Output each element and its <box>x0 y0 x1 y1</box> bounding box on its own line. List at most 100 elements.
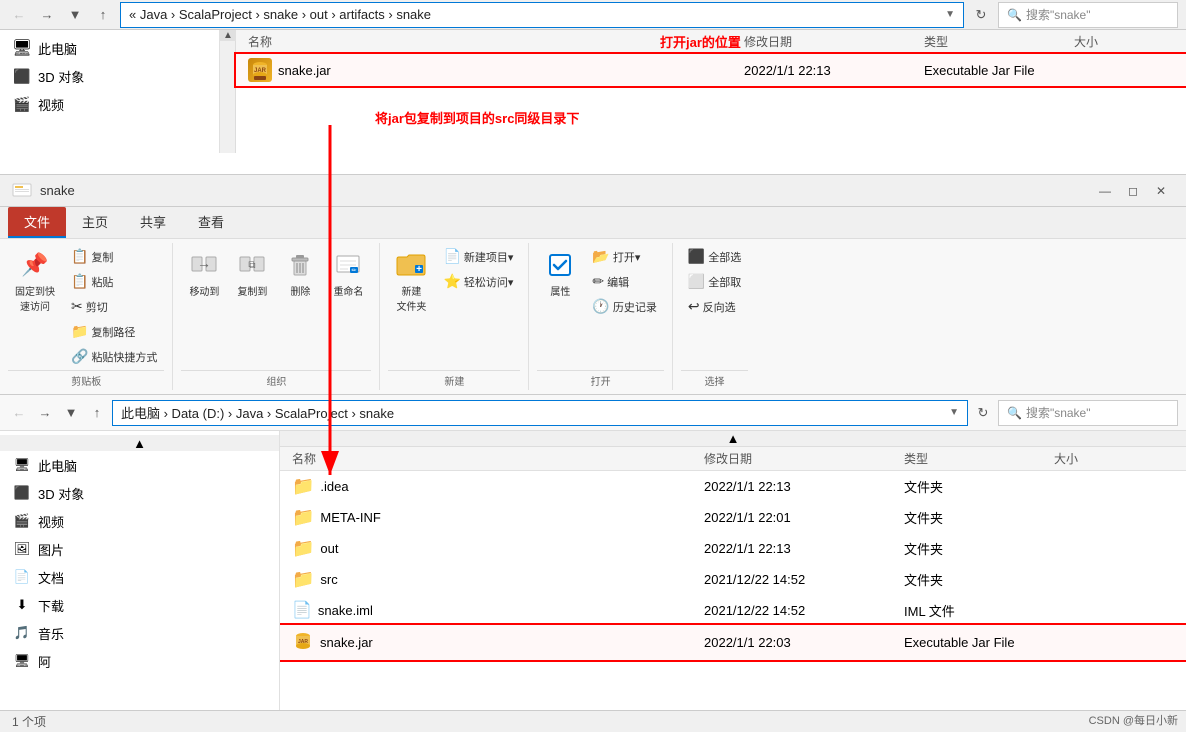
search-box-bottom[interactable]: 🔍 搜索"snake" <box>998 400 1178 426</box>
forward-button[interactable]: → <box>36 4 58 26</box>
address-bar-bottom[interactable]: 此电脑 › Data (D:) › Java › ScalaProject › … <box>112 400 968 426</box>
move-to-button[interactable]: → 移动到 <box>181 245 227 302</box>
col-name-bottom: 名称 <box>292 450 704 467</box>
paste-shortcut-icon: 🔗 <box>71 348 88 365</box>
idea-modified: 2022/1/1 22:13 <box>704 479 904 494</box>
copy-path-button[interactable]: 📁 复制路径 <box>64 320 164 343</box>
scroll-up-bottom[interactable]: ▲ <box>0 435 279 451</box>
copy-button[interactable]: 📋 复制 <box>64 245 164 268</box>
folder-icon-idea: 📁 <box>292 476 314 497</box>
move-label: 移动到 <box>189 283 219 298</box>
copy-label: 复制 <box>91 249 113 265</box>
forward-button-bottom[interactable]: → <box>34 402 56 424</box>
idea-name: .idea <box>320 479 348 494</box>
sidebar-item-image-bottom[interactable]: 🖼 图片 <box>0 535 279 563</box>
select-none-button[interactable]: ⬜ 全部取 <box>681 270 748 293</box>
src-type: 文件夹 <box>904 570 1054 589</box>
cut-button[interactable]: ✂ 剪切 <box>64 295 164 318</box>
file-row-snakejar-bottom[interactable]: JAR snake.jar 2022/1/1 22:03 Executable … <box>280 625 1186 660</box>
snakejar-bottom-name: snake.jar <box>320 635 373 650</box>
search-placeholder-top: 搜索"snake" <box>1026 6 1091 23</box>
annotation-copy-jar: 将jar包复制到项目的src同级目录下 <box>375 108 579 127</box>
delete-label: 删除 <box>290 283 310 298</box>
paste-shortcut-button[interactable]: 🔗 粘贴快捷方式 <box>64 345 164 368</box>
minimize-button[interactable]: — <box>1092 181 1118 201</box>
select-items: ⬛ 全部选 ⬜ 全部取 ↩ 反向选 <box>681 245 748 368</box>
cut-icon: ✂ <box>71 298 83 315</box>
sidebar-item-docs-bottom[interactable]: 📄 文档 <box>0 563 279 591</box>
delete-button[interactable]: 删除 <box>277 245 323 302</box>
address-bar-top[interactable]: « Java › ScalaProject › snake › out › ar… <box>120 2 964 28</box>
copy-paste-group: 📋 复制 📋 粘贴 ✂ 剪切 📁 复制路径 <box>64 245 164 368</box>
sidebar-item-3d-bottom[interactable]: ⬛ 3D 对象 <box>0 479 279 507</box>
select-none-icon: ⬜ <box>688 273 705 290</box>
sidebar-item-video-bottom[interactable]: 🎬 视频 <box>0 507 279 535</box>
sidebar-item-computer-bottom[interactable]: 🖥 此电脑 <box>0 451 279 479</box>
invert-icon: ↩ <box>688 298 700 315</box>
sidebar-item-music-bottom[interactable]: 🎵 音乐 <box>0 619 279 647</box>
video-icon-bottom: 🎬 <box>12 511 32 531</box>
nav-dropdown-button[interactable]: ▼ <box>64 4 86 26</box>
new-items: + 新建文件夹 📄 新建项目▾ ⭐ 轻松访问▾ <box>388 245 520 368</box>
sidebar-item-video-top[interactable]: 🎬 视频 <box>0 90 219 118</box>
bottom-sidebar: ▲ 🖥 此电脑 ⬛ 3D 对象 🎬 视频 🖼 图片 📄 文档 <box>0 431 280 710</box>
close-button[interactable]: ✕ <box>1148 181 1174 201</box>
svg-text:+: + <box>417 264 423 275</box>
nav-dropdown-bottom[interactable]: ▼ <box>60 402 82 424</box>
tab-file[interactable]: 文件 <box>8 207 66 238</box>
file-row-metainf[interactable]: 📁 META-INF 2022/1/1 22:01 文件夹 <box>280 502 1186 533</box>
invert-select-button[interactable]: ↩ 反向选 <box>681 295 748 318</box>
sidebar-item-3d-top[interactable]: ⬛ 3D 对象 <box>0 62 219 90</box>
new-folder-icon: + <box>395 249 427 281</box>
scroll-up-top[interactable]: ▲ <box>220 30 236 41</box>
clipboard-group-label: 剪贴板 <box>8 370 164 388</box>
rename-button[interactable]: ✏ 重命名 <box>325 245 371 302</box>
back-button[interactable]: ← <box>8 4 30 26</box>
file-row-src[interactable]: 📁 src 2021/12/22 14:52 文件夹 <box>280 564 1186 595</box>
up-button[interactable]: ↑ <box>92 4 114 26</box>
bottom-file-header: 名称 修改日期 类型 大小 <box>280 447 1186 471</box>
download-icon-bottom: ⬇ <box>12 595 32 615</box>
copy-to-button[interactable]: ⧉ 复制到 <box>229 245 275 302</box>
file-row-idea[interactable]: 📁 .idea 2022/1/1 22:13 文件夹 <box>280 471 1186 502</box>
invert-label: 反向选 <box>703 299 736 315</box>
back-button-bottom[interactable]: ← <box>8 402 30 424</box>
top-content: 🖥 此电脑 ⬛ 3D 对象 🎬 视频 ▲ 名称 修改日期 类型 大小 <box>0 30 1186 153</box>
history-button[interactable]: 🕐 历史记录 <box>585 295 663 318</box>
tab-share[interactable]: 共享 <box>124 207 182 238</box>
file-row-out[interactable]: 📁 out 2022/1/1 22:13 文件夹 <box>280 533 1186 564</box>
open-icon: 📂 <box>592 248 609 265</box>
copy-to-label: 复制到 <box>237 283 267 298</box>
iml-icon: 📄 <box>292 600 312 620</box>
new-folder-button[interactable]: + 新建文件夹 <box>388 245 434 317</box>
properties-button[interactable]: 属性 <box>537 245 583 302</box>
tab-home[interactable]: 主页 <box>66 207 124 238</box>
sidebar-label-other-bottom: 阿 <box>38 652 51 671</box>
new-item-button[interactable]: 📄 新建项目▾ <box>436 245 520 268</box>
file-row-snakeiml[interactable]: 📄 snake.iml 2021/12/22 14:52 IML 文件 <box>280 595 1186 625</box>
rename-icon: ✏ <box>332 249 364 281</box>
up-button-bottom[interactable]: ↑ <box>86 402 108 424</box>
col-size-bottom: 大小 <box>1054 450 1174 467</box>
tab-view[interactable]: 查看 <box>182 207 240 238</box>
edit-label: 编辑 <box>607 274 629 290</box>
refresh-button-bottom[interactable]: ↻ <box>972 402 994 424</box>
window-controls: — ◻ ✕ <box>1092 181 1174 201</box>
sidebar-item-other-bottom[interactable]: 🖥 阿 <box>0 647 279 675</box>
easy-access-button[interactable]: ⭐ 轻松访问▾ <box>436 270 520 293</box>
sidebar-item-download-bottom[interactable]: ⬇ 下载 <box>0 591 279 619</box>
paste-button[interactable]: 📋 粘贴 <box>64 270 164 293</box>
sidebar-item-computer-top[interactable]: 🖥 此电脑 <box>0 34 219 62</box>
top-file-row-snakejar[interactable]: JAR snake.jar 2022/1/1 22:13 Executable … <box>236 54 1186 86</box>
folder-icon-src: 📁 <box>292 569 314 590</box>
open-button[interactable]: 📂 打开▾ <box>585 245 663 268</box>
edit-button[interactable]: ✏ 编辑 <box>585 270 663 293</box>
rename-label: 重命名 <box>333 283 363 298</box>
search-box-top[interactable]: 🔍 搜索"snake" <box>998 2 1178 28</box>
scroll-up-files[interactable]: ▲ <box>280 431 1186 447</box>
select-all-button[interactable]: ⬛ 全部选 <box>681 245 748 268</box>
refresh-button-top[interactable]: ↻ <box>970 4 992 26</box>
pin-to-quickaccess-button[interactable]: 📌 固定到快速访问 <box>8 245 62 317</box>
top-explorer: ← → ▼ ↑ « Java › ScalaProject › snake › … <box>0 0 1186 175</box>
maximize-button[interactable]: ◻ <box>1120 181 1146 201</box>
